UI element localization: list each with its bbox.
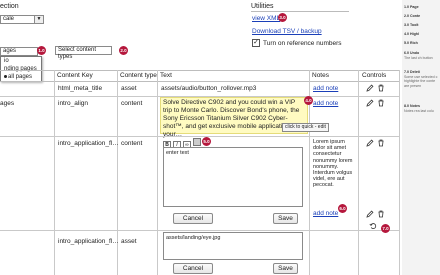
asset-cancel-button[interactable]: Cancel [173, 263, 213, 274]
badge-content-type: 2.0 [119, 46, 128, 55]
header-notes: Notes [312, 72, 329, 79]
header-content-type: Content type [120, 72, 157, 79]
rich-text-value: enter text [166, 150, 189, 156]
header-controls: Controls [362, 72, 387, 79]
pages-option[interactable]: all pages [1, 73, 41, 81]
pencil-icon[interactable] [366, 99, 374, 107]
pencil-icon[interactable] [366, 210, 374, 218]
rich-text-area[interactable]: enter text [163, 147, 303, 207]
undo-icon[interactable] [369, 222, 377, 230]
annotation-7: 7.0 Deleti Some use selected c highlighte… [404, 70, 438, 88]
utilities-title: Utilities [251, 3, 274, 10]
badge-notes: 6.0 [338, 204, 347, 213]
header-text: Text [160, 72, 172, 79]
trash-icon[interactable] [377, 99, 385, 107]
annotation-6: 6.0 Undo The last ch button [404, 51, 433, 60]
row2-text[interactable]: Solve Directive C902 and you could win a… [163, 99, 303, 139]
row4-key: intro_application_fl… [58, 238, 119, 245]
annotation-3: 3.0 Toolt [404, 23, 419, 27]
annotation-4: 4.0 Highl [404, 32, 419, 36]
radio-icon [4, 74, 7, 78]
row3-key: intro_application_fl… [58, 140, 119, 147]
annotation-8: 8.0 Notes Notes rea last colu [404, 104, 434, 113]
pages-dropdown[interactable]: io nding pages all pages [0, 56, 42, 82]
content-type-select[interactable]: Select content types [55, 46, 112, 60]
trash-icon[interactable] [377, 139, 385, 147]
row4-add-note[interactable]: add note [313, 210, 338, 217]
view-xml-link[interactable]: view XML [252, 15, 280, 22]
pencil-icon[interactable] [366, 84, 374, 92]
ref-numbers-label: Turn on reference numbers [263, 40, 342, 47]
asset-text-area[interactable]: assets/landing/eye.jpg [163, 232, 303, 260]
row2-type: content [121, 100, 143, 107]
row1-key: html_meta_title [58, 85, 103, 92]
pencil-icon[interactable] [366, 139, 374, 147]
cancel-button[interactable]: Cancel [173, 213, 213, 224]
row1-text[interactable]: assets/audio/button_rollover.mp3 [161, 85, 256, 92]
trash-icon[interactable] [377, 84, 385, 92]
badge-pages: 1.0 [37, 46, 46, 55]
row1-type: asset [121, 85, 137, 92]
locale-select[interactable]: cale ▼ [0, 15, 44, 24]
badge-highlight: 4.0 [304, 96, 313, 105]
content-type-value: Select content types [58, 47, 97, 60]
rich-text-toolbar: B I ∞ [163, 138, 201, 149]
section-heading: ection [0, 3, 19, 10]
pages-option[interactable]: io [1, 57, 41, 65]
annotation-5: 5.0 Rich [404, 41, 418, 45]
ref-numbers-checkbox[interactable]: ✓ [252, 39, 260, 47]
badge-rich-text: 5.0 [202, 137, 211, 146]
trash-icon[interactable] [377, 210, 385, 218]
locale-select-value: cale [3, 16, 15, 22]
save-button[interactable]: Save [273, 213, 298, 224]
row2-key: intro_align [58, 100, 88, 107]
header-content-key: Content Key [57, 72, 93, 79]
badge-view-xml: 3.0 [278, 13, 287, 22]
row4-type: asset [121, 238, 137, 245]
row3-notes: Lorem ipsum dolor sit amet consectetur n… [313, 139, 353, 189]
row3-type: content [121, 140, 143, 147]
chevron-down-icon: ▼ [34, 16, 43, 23]
badge-undo: 7.0 [381, 224, 390, 233]
row2-page: ages [0, 100, 15, 107]
quick-edit-tooltip: click to quick - edit [282, 123, 329, 132]
asset-save-button[interactable]: Save [273, 263, 298, 274]
asset-text-value: assets/landing/eye.jpg [166, 235, 221, 241]
asset-path-field[interactable] [163, 208, 303, 212]
download-link[interactable]: Download TSV / backup [252, 28, 322, 35]
image-icon[interactable] [192, 138, 201, 146]
annotation-2: 2.0 Conte [404, 14, 421, 18]
pages-select[interactable]: ages [0, 47, 38, 56]
annotation-1: 1.0 Page [404, 5, 419, 9]
pages-option[interactable]: nding pages [1, 65, 41, 73]
tooltip-text: click to quick - edit [285, 124, 326, 130]
row2-add-note[interactable]: add note [313, 100, 338, 107]
pages-select-value: ages [3, 48, 17, 54]
row1-add-note[interactable]: add note [313, 85, 338, 92]
